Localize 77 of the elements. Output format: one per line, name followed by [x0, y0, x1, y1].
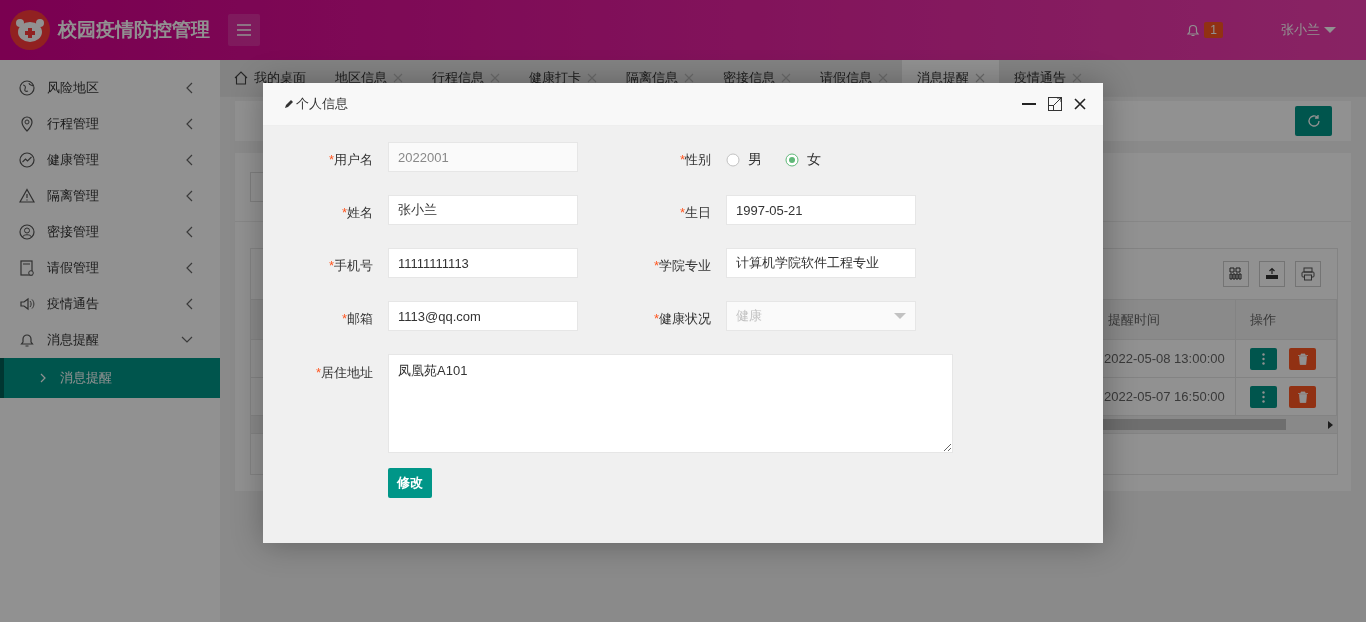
text-field[interactable]: 1997-05-21: [726, 195, 916, 225]
print-icon: [1301, 267, 1315, 281]
sidebar-item[interactable]: 风险地区: [0, 70, 220, 106]
pencil-icon: [284, 99, 294, 109]
more-button[interactable]: [1250, 347, 1277, 370]
field-label: *手机号: [327, 257, 373, 275]
chevron-left-icon: [185, 262, 193, 274]
home-icon: [234, 71, 248, 85]
chevron-right-icon: [40, 373, 46, 383]
export-button[interactable]: [1259, 261, 1285, 287]
more-icon: [1262, 352, 1265, 365]
trend-icon: [19, 152, 35, 168]
sidebar-subitem[interactable]: 消息提醒: [0, 358, 220, 398]
field-label: *居住地址: [314, 364, 373, 382]
export-icon: [1265, 267, 1279, 281]
speaker-icon: [19, 296, 35, 312]
sidebar-item[interactable]: 请假管理: [0, 250, 220, 286]
field-label: *邮箱: [340, 310, 373, 328]
columns-button[interactable]: [1223, 261, 1249, 287]
text-field[interactable]: 1113@qq.com: [388, 301, 578, 331]
maximize-icon[interactable]: [1048, 97, 1062, 111]
document-icon: [19, 260, 35, 276]
delete-button[interactable]: [1289, 347, 1316, 370]
user-menu[interactable]: 张小兰: [1275, 20, 1342, 40]
field-label: *健康状况: [652, 310, 711, 328]
columns-icon: [1229, 267, 1243, 281]
sidebar-item[interactable]: 疫情通告: [0, 286, 220, 322]
app-title: 校园疫情防控管理: [58, 18, 210, 42]
trash-icon: [1296, 352, 1309, 365]
refresh-button[interactable]: [1295, 106, 1332, 136]
chevron-down-icon: [181, 336, 193, 344]
tab[interactable]: 我的桌面: [220, 60, 320, 96]
bell-icon[interactable]: [1185, 22, 1202, 38]
submit-button[interactable]: 修改: [388, 468, 432, 498]
column-header: 操作: [1236, 300, 1337, 340]
menu-icon: [237, 24, 251, 36]
caret-icon: [1324, 26, 1336, 34]
chevron-left-icon: [185, 226, 193, 238]
field-label: *用户名: [327, 151, 373, 169]
more-icon: [1262, 390, 1265, 403]
text-field[interactable]: 11111111113: [388, 248, 578, 278]
address-field[interactable]: 凤凰苑A101: [388, 354, 953, 453]
radio-option[interactable]: 男: [726, 151, 762, 169]
globe-icon: [19, 80, 35, 96]
logo-icon: [10, 10, 50, 50]
sidebar-item[interactable]: 隔离管理: [0, 178, 220, 214]
location-icon: [19, 116, 35, 132]
sidebar-item[interactable]: 密接管理: [0, 214, 220, 250]
trash-icon: [1296, 390, 1309, 403]
delete-button[interactable]: [1289, 385, 1316, 408]
chevron-left-icon: [185, 118, 193, 130]
more-button[interactable]: [1250, 385, 1277, 408]
sidebar-item[interactable]: 消息提醒: [0, 322, 220, 358]
field-label: *生日: [678, 204, 711, 222]
warning-icon: [19, 188, 35, 204]
field-label: *性别: [678, 151, 711, 169]
tab[interactable]: 疫情通告: [999, 60, 1096, 96]
chevron-left-icon: [185, 82, 193, 94]
bell-icon: [19, 332, 35, 348]
user-icon: [19, 224, 35, 240]
chevron-left-icon: [185, 298, 193, 310]
arrow-right-icon[interactable]: [1328, 420, 1333, 429]
chevron-left-icon: [185, 190, 193, 202]
text-field[interactable]: 张小兰: [388, 195, 578, 225]
refresh-icon: [1306, 114, 1321, 128]
field-label: *学院专业: [652, 257, 711, 275]
chevron-left-icon: [185, 154, 193, 166]
sidebar-item[interactable]: 健康管理: [0, 142, 220, 178]
text-field[interactable]: 计算机学院软件工程专业: [726, 248, 916, 278]
caret-icon: [894, 312, 906, 320]
close-icon[interactable]: [1074, 98, 1086, 110]
radio-option[interactable]: 女: [785, 151, 821, 169]
sidebar-item[interactable]: 行程管理: [0, 106, 220, 142]
print-button[interactable]: [1295, 261, 1321, 287]
dialog-title: 个人信息: [296, 95, 348, 113]
notification-badge: 1: [1204, 22, 1223, 38]
field-label: *姓名: [340, 204, 373, 222]
